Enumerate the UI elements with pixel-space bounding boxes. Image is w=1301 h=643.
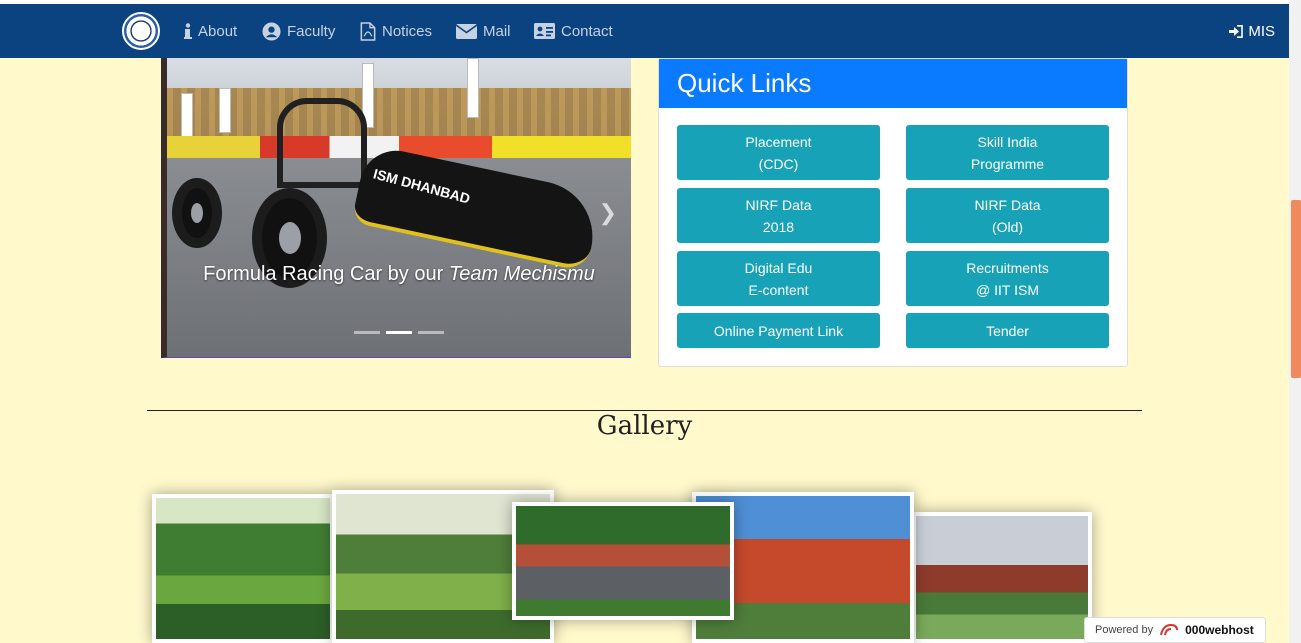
- carousel-indicator[interactable]: [354, 331, 380, 334]
- nav-mis-label: MIS: [1248, 22, 1275, 40]
- carousel-indicators: [167, 331, 631, 334]
- caption-team-name: Team Mechismu: [448, 263, 595, 285]
- button-line: Digital Edu: [744, 259, 813, 276]
- gallery-photo[interactable]: [912, 512, 1092, 643]
- carousel-flag: [219, 88, 231, 133]
- badge-prefix: Powered by: [1095, 624, 1154, 636]
- pdf-file-icon: [360, 21, 376, 41]
- button-line: 2018: [762, 218, 795, 235]
- nav-contact-label: Contact: [561, 22, 613, 40]
- nav-notices-label: Notices: [382, 22, 433, 40]
- carousel-flag: [181, 93, 193, 138]
- nav-faculty[interactable]: Faculty: [262, 4, 335, 58]
- nav-faculty-label: Faculty: [287, 22, 336, 40]
- button-line: NIRF Data: [974, 196, 1041, 213]
- tender-button[interactable]: Tender: [906, 313, 1109, 348]
- button-line: Recruitments: [966, 259, 1049, 276]
- button-line: (Old): [991, 218, 1024, 235]
- quick-links-title: Quick Links: [659, 59, 1127, 108]
- address-card-icon: [534, 23, 555, 39]
- button-line: (CDC): [758, 155, 799, 172]
- button-line: E-content: [748, 281, 809, 298]
- nav-contact[interactable]: Contact: [534, 4, 613, 58]
- carousel-flag: [467, 58, 479, 118]
- image-carousel[interactable]: ISM DHANBAD ❯ Formula Racing Car by our …: [161, 58, 631, 358]
- powered-by-badge[interactable]: Powered by 000webhost: [1084, 617, 1266, 643]
- button-line: Programme: [970, 155, 1045, 172]
- online-payment-button[interactable]: Online Payment Link: [677, 313, 880, 348]
- car-wheel: [172, 178, 222, 248]
- digital-edu-button[interactable]: Digital Edu E-content: [677, 251, 880, 306]
- caption-text: Formula Racing Car by our: [203, 263, 449, 285]
- carousel-next-icon[interactable]: ❯: [599, 200, 617, 226]
- institute-logo[interactable]: [122, 12, 160, 50]
- button-line: Placement: [745, 133, 812, 150]
- button-line: Skill India: [977, 133, 1038, 150]
- quick-links-panel: Quick Links Placement (CDC) Skill India …: [658, 58, 1128, 367]
- nav-mail-label: Mail: [483, 22, 511, 40]
- nirf-old-button[interactable]: NIRF Data (Old): [906, 188, 1109, 243]
- gallery-photo[interactable]: [512, 502, 734, 620]
- carousel-indicator-active[interactable]: [386, 331, 412, 334]
- button-line: Tender: [986, 322, 1029, 339]
- skill-india-button[interactable]: Skill India Programme: [906, 125, 1109, 180]
- carousel-indicator[interactable]: [418, 331, 444, 334]
- gallery-photo[interactable]: [152, 494, 334, 643]
- placement-cdc-button[interactable]: Placement (CDC): [677, 125, 880, 180]
- nav-about[interactable]: About: [184, 4, 237, 58]
- navbar: About Faculty Notices Mail Contact MIS: [0, 4, 1289, 58]
- button-line: NIRF Data: [745, 196, 812, 213]
- envelope-icon: [456, 23, 477, 39]
- nirf-2018-button[interactable]: NIRF Data 2018: [677, 188, 880, 243]
- scrollbar-thumb[interactable]: [1291, 200, 1301, 378]
- badge-brand: 000webhost: [1185, 623, 1254, 637]
- nav-about-label: About: [198, 22, 238, 40]
- gallery-title: Gallery: [596, 411, 693, 441]
- sign-in-icon: [1229, 24, 1244, 38]
- recruitments-button[interactable]: Recruitments @ IIT ISM: [906, 251, 1109, 306]
- user-circle-icon: [262, 21, 281, 41]
- webhost-logo-icon: [1160, 623, 1179, 636]
- car-cockpit: [277, 98, 367, 188]
- button-line: Online Payment Link: [713, 322, 844, 339]
- carousel-caption: Formula Racing Car by our Team Mechismu: [167, 261, 631, 287]
- page-scrollbar[interactable]: [1289, 0, 1301, 643]
- button-line: @ IIT ISM: [976, 281, 1039, 298]
- nav-notices[interactable]: Notices: [360, 4, 432, 58]
- nav-mis[interactable]: MIS: [1229, 4, 1275, 58]
- nav-mail[interactable]: Mail: [456, 4, 511, 58]
- info-icon: [184, 23, 192, 39]
